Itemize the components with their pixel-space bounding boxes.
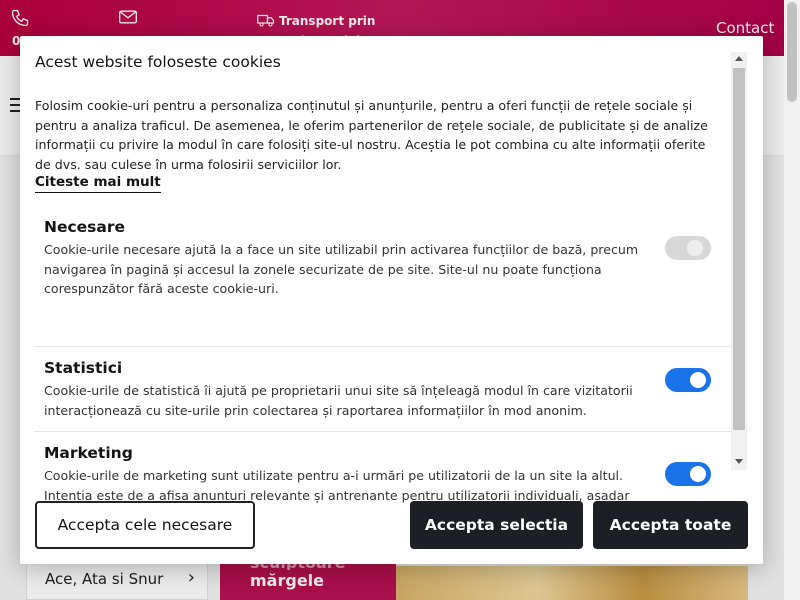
scroll-up-icon[interactable] xyxy=(735,56,743,61)
accept-necessary-button[interactable]: Accepta cele necesare xyxy=(35,501,255,549)
cookie-section-necesare: Necesare Cookie-urile necesare ajută la … xyxy=(34,212,734,347)
accept-selection-button[interactable]: Accepta selectia xyxy=(410,501,583,549)
section-description: Cookie-urile necesare ajută la a face un… xyxy=(44,242,639,297)
accept-all-button[interactable]: Accepta toate xyxy=(593,501,748,549)
section-title: Marketing xyxy=(44,444,133,462)
section-title: Statistici xyxy=(44,359,123,377)
scrollbar-thumb[interactable] xyxy=(733,68,745,430)
cookie-consent-dialog: Acest website foloseste cookies Folosim … xyxy=(20,36,763,564)
section-description: Cookie-urile de statistică îi ajută pe p… xyxy=(44,383,633,418)
page-scrollbar[interactable] xyxy=(784,0,800,600)
dialog-title: Acest website foloseste cookies xyxy=(35,53,281,71)
section-description: Cookie-urile de marketing sunt utilizate… xyxy=(44,468,630,503)
toggle-statistici[interactable] xyxy=(665,368,711,392)
toggle-marketing[interactable] xyxy=(665,462,711,486)
dialog-scrollbar[interactable] xyxy=(731,52,747,470)
cookie-section-statistici: Statistici Cookie-urile de statistică îi… xyxy=(34,347,734,432)
toggle-necesare xyxy=(665,236,711,260)
intro-text: Folosim cookie-uri pentru a personaliza … xyxy=(35,98,708,172)
section-title: Necesare xyxy=(44,218,126,236)
dialog-scroll-area[interactable]: Folosim cookie-uri pentru a personaliza … xyxy=(20,92,748,506)
read-more-link[interactable]: Citeste mai mult xyxy=(35,174,161,193)
cookie-section-marketing: Marketing Cookie-urile de marketing sunt… xyxy=(34,432,734,506)
scroll-down-icon[interactable] xyxy=(735,459,743,464)
